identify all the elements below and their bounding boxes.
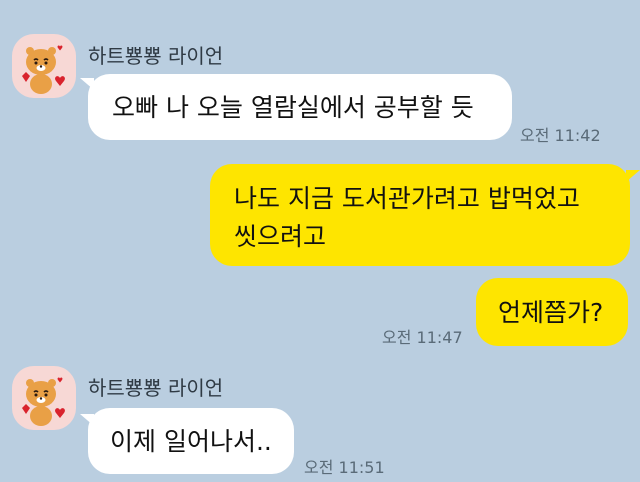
message-bubble[interactable]: 나도 지금 도서관가려고 밥먹었고 씻으려고	[210, 164, 630, 266]
ryan-lion-heart-icon	[22, 45, 65, 94]
sender-name: 하트뿅뿅 라이언	[88, 44, 224, 68]
sender-name: 하트뿅뿅 라이언	[88, 376, 224, 400]
message-bubble[interactable]: 언제쯤가?	[476, 278, 628, 346]
message-bubble[interactable]: 오빠 나 오늘 열람실에서 공부할 듯	[88, 74, 512, 140]
bubble-tail	[626, 170, 640, 182]
message-time: 오전 11:42	[520, 126, 601, 145]
message-bubble[interactable]: 이제 일어나서..	[88, 408, 294, 474]
message-time: 오전 11:47	[382, 328, 463, 347]
message-text: 나도 지금 도서관가려고 밥먹었고	[234, 184, 580, 213]
chat-screen: 하트뿅뿅 라이언 오빠 나 오늘 열람실에서 공부할 듯 오전 11:42 나도…	[0, 0, 640, 482]
ryan-lion-heart-icon	[22, 377, 65, 426]
avatar[interactable]	[12, 366, 76, 430]
message-text: 씻으려고	[234, 222, 327, 251]
message-text: 언제쯤가?	[498, 298, 604, 327]
message-text: 오빠 나 오늘 열람실에서 공부할 듯	[112, 93, 474, 122]
message-time: 오전 11:51	[304, 458, 385, 477]
avatar[interactable]	[12, 34, 76, 98]
message-text: 이제 일어나서..	[110, 427, 272, 456]
